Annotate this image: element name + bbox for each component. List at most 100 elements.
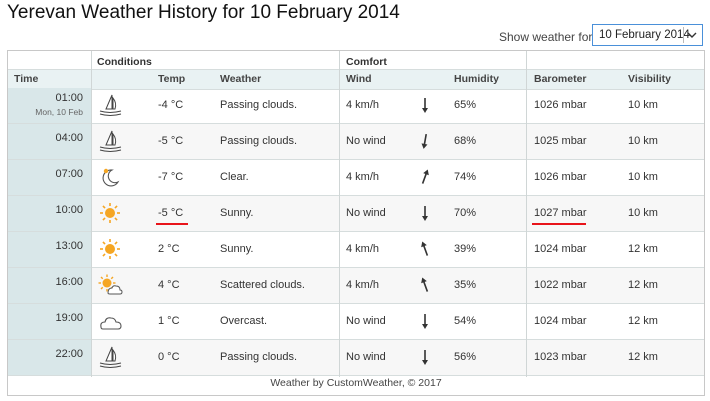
humidity-cell: 56% (454, 351, 477, 363)
wind-direction-arrow-icon (421, 133, 428, 149)
barometer-cell: 1025 mbar (534, 135, 587, 147)
temp-cell: 1 °C (158, 315, 180, 327)
wind-direction-arrow-icon (421, 241, 429, 256)
weather-history-table: Conditions Comfort Time Temp Weather Win… (7, 50, 705, 396)
page-title: Yerevan Weather History for 10 February … (7, 2, 400, 23)
visibility-cell: 12 km (628, 279, 658, 291)
table-row: 13:00 2 °C Sunny. 4 km/h 39% 1024 mbar 12 km (8, 232, 704, 268)
barometer-cell: 1024 mbar (534, 315, 587, 327)
header-temp: Temp (158, 73, 186, 85)
visibility-cell: 10 km (628, 207, 658, 219)
temp-cell: 2 °C (158, 243, 180, 255)
cloud-icon (100, 317, 122, 330)
header-visibility: Visibility (628, 73, 671, 85)
header-wind: Wind (346, 73, 372, 85)
wind-direction-arrow-icon (422, 98, 428, 113)
time-cell: 22:00 (8, 340, 91, 375)
sun-icon (100, 203, 120, 223)
wind-cell: 4 km/h (346, 171, 380, 183)
header-weather: Weather (220, 73, 262, 85)
time-cell: 10:00 (8, 196, 91, 231)
weather-cell: Passing clouds. (220, 99, 298, 111)
temp-cell: -7 °C (158, 171, 184, 183)
wind-cell: No wind (346, 207, 386, 219)
temp-cell: 4 °C (158, 279, 180, 291)
wind-cell: 4 km/h (346, 279, 380, 291)
temp-highlight-underline (156, 223, 188, 225)
table-row: 16:00 4 °C Scattered clouds. 4 km/h 35% 1022 … (8, 268, 704, 304)
barometer-cell: 1027 mbar (534, 207, 587, 219)
table-header-row: Time Temp Weather Wind Humidity Baromete… (8, 69, 704, 90)
visibility-cell: 12 km (628, 315, 658, 327)
time-cell: 19:00 (8, 304, 91, 339)
header-humidity: Humidity (454, 73, 499, 85)
humidity-cell: 74% (454, 171, 477, 183)
weather-cell: Sunny. (220, 207, 254, 219)
visibility-cell: 10 km (628, 171, 658, 183)
wind-cell: 4 km/h (346, 99, 380, 111)
date-select-value: 10 February 2014 (599, 29, 690, 41)
chevron-down-icon[interactable] (686, 28, 698, 42)
night-cloud-icon (99, 346, 122, 368)
barometer-cell: 1026 mbar (534, 171, 587, 183)
time-cell: 07:00 (8, 160, 91, 195)
header-time: Time (14, 73, 39, 85)
time-cell: 04:00 (8, 124, 91, 159)
humidity-cell: 54% (454, 315, 477, 327)
column-divider (339, 51, 340, 377)
humidity-cell: 39% (454, 243, 477, 255)
time-value: 10:00 (55, 204, 83, 216)
sun-icon (100, 239, 120, 259)
night-cloud-icon (99, 94, 122, 116)
wind-cell: No wind (346, 135, 386, 147)
time-cell: 13:00 (8, 232, 91, 267)
select-divider (683, 27, 684, 43)
temp-cell: 0 °C (158, 351, 180, 363)
time-cell: 01:00 Mon, 10 Feb (8, 88, 91, 123)
weather-cell: Passing clouds. (220, 135, 298, 147)
time-value: 19:00 (55, 312, 83, 324)
time-cell: 16:00 (8, 268, 91, 303)
time-value: 01:00 (55, 92, 83, 104)
wind-direction-arrow-icon (422, 350, 428, 365)
time-value: 22:00 (55, 348, 83, 360)
group-comfort: Comfort (346, 56, 387, 68)
temp-cell: -5 °C (158, 207, 184, 219)
barometer-cell: 1022 mbar (534, 279, 587, 291)
humidity-cell: 70% (454, 207, 477, 219)
wind-direction-arrow-icon (422, 314, 428, 329)
wind-direction-arrow-icon (421, 169, 429, 184)
temp-cell: -5 °C (158, 135, 184, 147)
table-row: 07:00 -7 °C Clear. 4 km/h 74% 1026 mbar 10 km (8, 160, 704, 196)
temp-cell: -4 °C (158, 99, 184, 111)
humidity-cell: 65% (454, 99, 477, 111)
time-value: 16:00 (55, 276, 83, 288)
time-value: 07:00 (55, 168, 83, 180)
visibility-cell: 10 km (628, 135, 658, 147)
table-row: 10:00 -5 °C Sunny. No wind 70% 1027 mbar 10 km (8, 196, 704, 232)
time-value: 04:00 (55, 132, 83, 144)
weather-cell: Scattered clouds. (220, 279, 305, 291)
wind-direction-arrow-icon (421, 277, 429, 292)
weather-cell: Overcast. (220, 315, 268, 327)
wind-direction-arrow-icon (422, 206, 428, 221)
wind-cell: 4 km/h (346, 243, 380, 255)
weather-cell: Sunny. (220, 243, 254, 255)
weather-cell: Passing clouds. (220, 351, 298, 363)
moon-icon (102, 168, 120, 187)
date-select[interactable]: 10 February 2014 (592, 24, 703, 46)
barometer-highlight-underline (532, 223, 586, 225)
visibility-cell: 12 km (628, 243, 658, 255)
table-row: 01:00 Mon, 10 Feb -4 °C Passing clouds. 4 km… (8, 88, 704, 124)
table-row: 22:00 0 °C Passing clouds. No wind 56% 1023 m… (8, 340, 704, 376)
humidity-cell: 68% (454, 135, 477, 147)
group-conditions: Conditions (97, 56, 152, 68)
barometer-cell: 1023 mbar (534, 351, 587, 363)
show-weather-label: Show weather for: (499, 30, 596, 44)
barometer-cell: 1026 mbar (534, 99, 587, 111)
column-divider (91, 51, 92, 377)
table-row: 04:00 -5 °C Passing clouds. No wind 68% 1025 … (8, 124, 704, 160)
visibility-cell: 12 km (628, 351, 658, 363)
humidity-cell: 35% (454, 279, 477, 291)
wind-cell: No wind (346, 315, 386, 327)
